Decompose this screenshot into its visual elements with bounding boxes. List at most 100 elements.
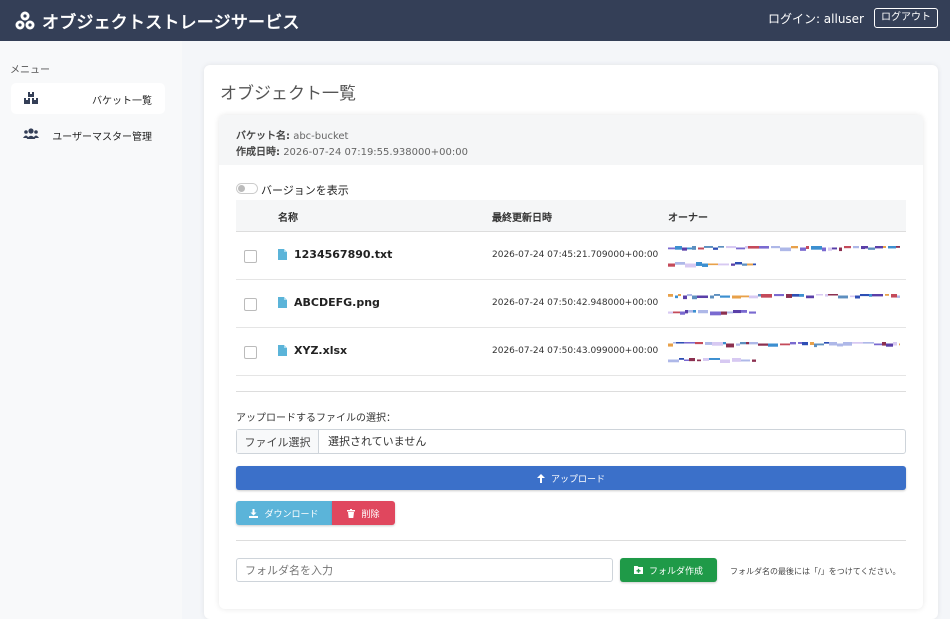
sidebar-item-bucket-list[interactable]: バケット一覧 (11, 83, 165, 114)
redaction-segment (684, 342, 695, 344)
redaction-segment (668, 247, 675, 250)
redaction-segment (697, 295, 708, 299)
redaction-segment (817, 343, 824, 346)
redaction-segment (678, 294, 681, 297)
redaction-segment (780, 247, 791, 252)
redaction-segment (822, 247, 826, 252)
row-checkbox[interactable] (244, 298, 257, 311)
redaction-segment (732, 295, 741, 299)
redaction-segment (825, 294, 828, 297)
redaction-segment (736, 343, 740, 346)
redaction-segment (780, 343, 790, 346)
delete-button-label: 削除 (361, 509, 380, 520)
version-toggle[interactable] (236, 183, 258, 194)
section-divider (236, 540, 906, 541)
table-row: XYZ.xlsx 2026-07-24 07:50:43.099000+00:0… (236, 328, 906, 376)
redaction-segment (758, 343, 768, 346)
file-name[interactable]: XYZ.xlsx (294, 344, 347, 357)
redaction-segment (713, 247, 718, 250)
page-title: オブジェクト一覧 (220, 84, 356, 104)
file-icon (278, 249, 287, 260)
redaction-segment (735, 262, 742, 265)
delete-button[interactable]: 削除 (332, 501, 395, 525)
redaction-segment (675, 246, 682, 250)
redaction-segment (676, 342, 684, 344)
redaction-segment (723, 342, 726, 345)
redaction-segment (891, 294, 897, 298)
row-checkbox[interactable] (244, 346, 257, 359)
redaction-segment (703, 358, 709, 361)
redaction-segment (718, 263, 729, 266)
column-header-modified: 最終更新日時 (492, 213, 552, 224)
upload-button[interactable]: アップロード (236, 466, 906, 490)
file-name[interactable]: ABCDEFG.png (294, 296, 380, 309)
file-modified: 2026-07-24 07:50:43.099000+00:00 (492, 346, 659, 356)
redaction-segment (861, 246, 865, 250)
redaction-segment (740, 342, 746, 345)
redaction-segment (888, 246, 896, 249)
redaction-segment (684, 359, 689, 362)
redaction-segment (675, 295, 678, 299)
file-select-status: 選択されていません (328, 435, 427, 448)
redaction-segment (759, 246, 769, 249)
redaction-segment (829, 342, 837, 346)
section-divider (236, 391, 906, 392)
redaction-segment (800, 247, 806, 251)
redaction-segment (838, 295, 848, 299)
redaction-segment (710, 295, 714, 299)
users-icon (23, 128, 39, 139)
folder-hint: フォルダ名の最後には「/」をつけてください。 (730, 567, 901, 576)
file-icon (278, 297, 287, 308)
logout-button[interactable]: ログアウト (874, 8, 938, 28)
create-folder-button[interactable]: フォルダ作成 (620, 558, 717, 582)
object-list-card: オブジェクト一覧 バケット名: abc-bucket 作成日時: 2026-07… (204, 65, 938, 619)
redaction-segment (855, 295, 860, 299)
redaction-segment (816, 294, 823, 296)
redaction-segment (680, 311, 685, 315)
redacted-owner-graphic (668, 294, 900, 316)
redaction-segment (683, 295, 687, 300)
app-title: オブジェクトストレージサービス (42, 13, 300, 33)
file-name[interactable]: 1234567890.txt (294, 248, 392, 261)
upload-label: アップロードするファイルの選択： (236, 413, 396, 424)
redaction-segment (798, 342, 802, 344)
upload-button-label: アップロード (550, 474, 605, 485)
redaction-segment (768, 343, 778, 347)
redaction-segment (746, 342, 749, 345)
toggle-knob (238, 185, 245, 192)
redaction-segment (883, 246, 886, 248)
redaction-segment (698, 310, 708, 314)
folder-name-input[interactable] (236, 558, 613, 582)
row-checkbox[interactable] (244, 250, 257, 263)
redaction-segment (875, 246, 883, 249)
bucket-name-value: abc-bucket (293, 131, 349, 142)
redaction-segment (752, 359, 756, 362)
redaction-segment (698, 247, 704, 250)
redaction-segment (685, 263, 696, 268)
redaction-segment (852, 342, 863, 344)
download-button[interactable]: ダウンロード (236, 501, 332, 525)
redaction-segment (720, 359, 730, 363)
file-picker[interactable]: ファイル選択 選択されていません (236, 429, 906, 454)
folder-plus-icon (633, 566, 643, 574)
redaction-segment (695, 342, 703, 345)
redaction-segment (837, 343, 843, 347)
redaction-segment (692, 295, 697, 300)
redaction-segment (673, 342, 676, 344)
table-header: 名称 最終更新日時 オーナー (236, 200, 906, 232)
redaction-segment (720, 295, 730, 298)
redaction-segment (806, 295, 814, 299)
redaction-segment (741, 295, 749, 298)
redaction-segment (810, 342, 814, 345)
redaction-segment (839, 247, 842, 252)
redaction-segment (872, 294, 883, 297)
sidebar: メニュー バケット一覧 ユーザーマスター管理 (0, 41, 182, 619)
redaction-segment (885, 294, 889, 296)
redaction-segment (704, 246, 713, 248)
sidebar-item-user-master[interactable]: ユーザーマスター管理 (11, 119, 165, 150)
redaction-segment (874, 343, 882, 346)
file-select-button[interactable]: ファイル選択 (237, 430, 319, 453)
redaction-segment (675, 262, 685, 265)
redaction-segment (668, 343, 673, 347)
redaction-segment (790, 342, 796, 345)
